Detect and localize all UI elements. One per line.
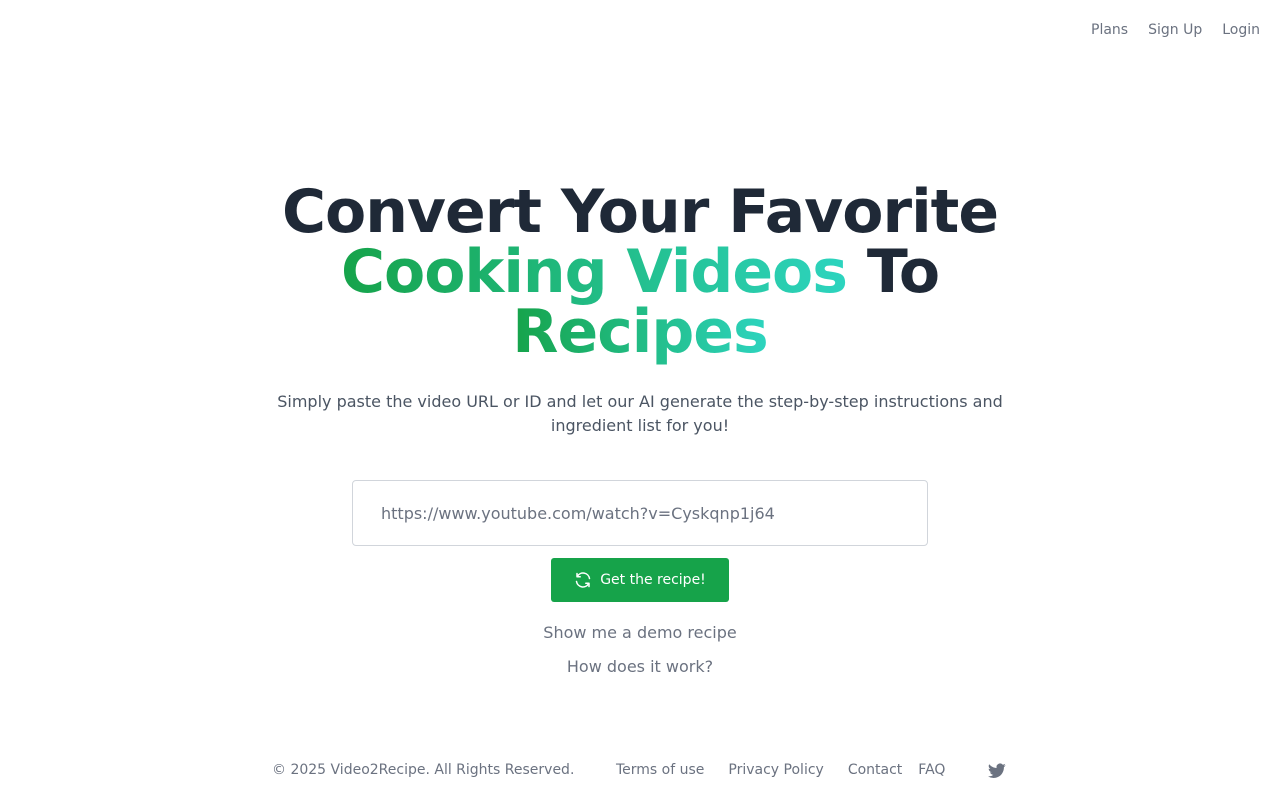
nav-plans-link[interactable]: Plans <box>1091 22 1128 38</box>
headline-highlight-recipes: Recipes <box>512 297 768 367</box>
demo-link-row: Show me a demo recipe <box>0 623 1280 642</box>
footer-links: Terms of use Privacy Policy Contact FAQ <box>616 762 945 778</box>
headline-line-3: Recipes <box>0 302 1280 362</box>
terms-link[interactable]: Terms of use <box>616 762 704 778</box>
twitter-icon[interactable] <box>988 763 1006 783</box>
refresh-icon <box>574 572 592 588</box>
hero-subtitle: Simply paste the video URL or ID and let… <box>277 392 1003 435</box>
how-it-works-link[interactable]: How does it work? <box>567 657 713 676</box>
headline-line-2: Cooking Videos To <box>0 242 1280 302</box>
copyright-text: © 2025 Video2Recipe. All Rights Reserved… <box>272 762 575 778</box>
get-recipe-label: Get the recipe! <box>600 572 706 588</box>
nav-signup-link[interactable]: Sign Up <box>1148 22 1202 38</box>
nav-login-link[interactable]: Login <box>1222 22 1260 38</box>
headline-to: To <box>866 237 940 307</box>
faq-link[interactable]: FAQ <box>918 762 945 778</box>
demo-recipe-link[interactable]: Show me a demo recipe <box>543 623 736 642</box>
privacy-link[interactable]: Privacy Policy <box>728 762 823 778</box>
footer: © 2025 Video2Recipe. All Rights Reserved… <box>272 762 1012 782</box>
how-it-works-row: How does it work? <box>0 657 1280 676</box>
hero: Convert Your Favorite Cooking Videos To … <box>0 182 1280 438</box>
get-recipe-button[interactable]: Get the recipe! <box>551 558 729 602</box>
top-nav: Plans Sign Up Login <box>1091 22 1260 38</box>
page: Plans Sign Up Login Convert Your Favorit… <box>0 0 1280 800</box>
contact-link[interactable]: Contact <box>848 762 902 778</box>
headline-line-1: Convert Your Favorite <box>281 177 999 247</box>
page-title: Convert Your Favorite Cooking Videos To … <box>0 182 1280 362</box>
video-url-input[interactable] <box>353 481 927 545</box>
url-input-container <box>352 480 928 546</box>
